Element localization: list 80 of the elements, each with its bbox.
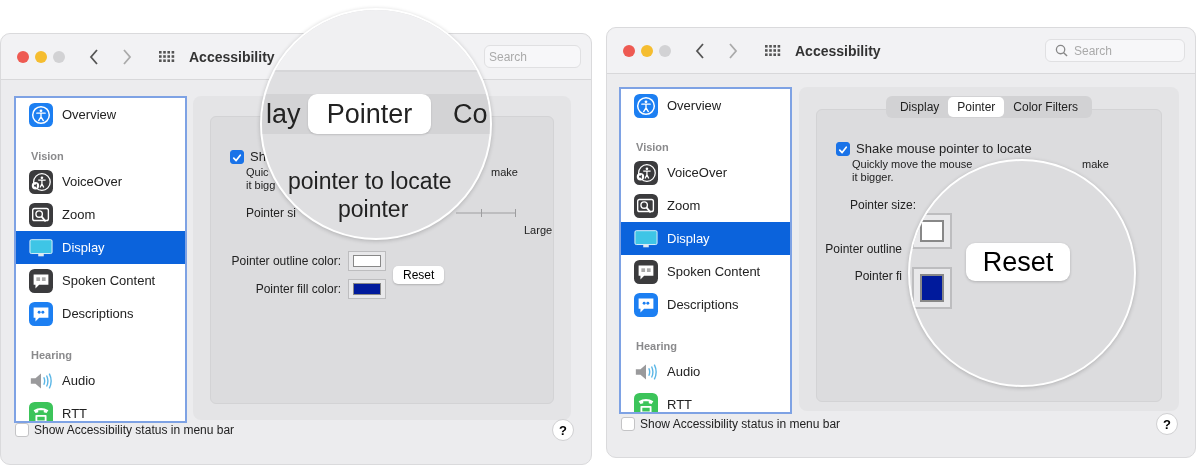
quote-bubble-icon (634, 292, 658, 317)
sidebar-item[interactable]: Display (621, 222, 790, 255)
help-button[interactable]: ? (1156, 413, 1178, 435)
checkbox-label: Sh (250, 149, 266, 164)
sidebar-item[interactable]: Zoom (621, 189, 790, 222)
person-speaker-icon (634, 160, 658, 185)
field-label: Pointer fi (853, 269, 903, 283)
help-button[interactable]: ? (552, 419, 574, 441)
tab[interactable]: lay (266, 94, 301, 134)
tab[interactable]: Color Filters (1010, 97, 1082, 117)
section-header: Vision (635, 140, 670, 155)
accessibility-icon (29, 102, 53, 127)
forward-icon[interactable] (728, 42, 738, 59)
field-label: Pointer si (246, 206, 297, 220)
checkbox[interactable] (15, 423, 29, 437)
search-icon (1055, 44, 1068, 57)
checkbox-label: Show Accessibility status in menu bar (640, 417, 841, 431)
back-icon[interactable] (89, 48, 99, 65)
hint-text: it bigger. (852, 171, 894, 184)
magnified-text: pointer (338, 198, 409, 221)
reset-button[interactable]: Reset (393, 266, 445, 284)
sidebar-item[interactable]: RTT (621, 388, 790, 412)
tab[interactable]: Co (453, 94, 488, 134)
forward-icon[interactable] (122, 48, 132, 65)
checkbox[interactable] (230, 149, 244, 164)
grid-icon[interactable] (159, 50, 175, 63)
sidebar-item[interactable]: Overview (621, 89, 790, 122)
sidebar-item[interactable]: Spoken Content (621, 255, 790, 288)
magnifier-icon (29, 202, 53, 227)
window-title: Accessibility (795, 42, 881, 59)
sidebar-item[interactable]: RTT (16, 397, 185, 421)
section-header: Hearing (30, 348, 73, 363)
field-label: Pointer outline color: (230, 254, 342, 268)
sidebar-item[interactable]: VoiceOver (16, 165, 185, 198)
speech-bubble-icon (29, 268, 53, 293)
color-well[interactable] (348, 279, 386, 299)
slider-label: Large (524, 224, 553, 236)
magnifier-icon (634, 193, 658, 218)
tab[interactable]: Display (896, 97, 943, 117)
sidebar-item[interactable]: Overview (16, 98, 185, 131)
field-label: Pointer fill color: (254, 282, 342, 296)
sidebar-item[interactable]: Descriptions (621, 288, 790, 321)
slider-track[interactable] (456, 208, 516, 218)
checkbox[interactable] (836, 141, 850, 156)
hint-text: Quickly move the mouse (852, 158, 973, 171)
reset-button[interactable]: Reset (966, 243, 1070, 281)
close-button[interactable] (17, 50, 29, 63)
minimize-button[interactable] (35, 50, 47, 63)
tab[interactable]: Pointer (308, 94, 431, 134)
hint-text: make (491, 166, 518, 179)
hint-text: it bigg (246, 179, 276, 192)
sidebar-item[interactable]: Spoken Content (16, 264, 185, 297)
tab[interactable]: Pointer (948, 97, 1005, 117)
magnified-text: pointer to locate (288, 170, 452, 193)
color-well[interactable] (348, 251, 386, 271)
hint-text: Quic (246, 166, 269, 179)
speech-bubble-icon (634, 259, 658, 284)
field-label: Pointer outline (824, 242, 903, 256)
color-well[interactable] (912, 267, 952, 309)
checkbox[interactable] (621, 417, 635, 431)
sidebar-item[interactable]: VoiceOver (621, 156, 790, 189)
hint-text: make (1082, 158, 1109, 171)
sidebar-item[interactable]: Descriptions (16, 297, 185, 330)
quote-bubble-icon (29, 301, 53, 326)
sidebar-item[interactable]: Audio (16, 364, 185, 397)
checkbox-label: Show Accessibility status in menu bar (34, 423, 235, 437)
field-label: Pointer size: (850, 198, 918, 212)
grid-icon[interactable] (765, 44, 781, 57)
person-speaker-icon (29, 169, 53, 194)
checkbox-label: Shake mouse pointer to locate (856, 141, 1032, 156)
window-title: Accessibility (189, 48, 275, 65)
minimize-button[interactable] (641, 44, 653, 57)
accessibility-icon (634, 93, 658, 118)
sidebar-item[interactable]: Zoom (16, 198, 185, 231)
sidebar-item[interactable]: Audio (621, 355, 790, 388)
close-button[interactable] (623, 44, 635, 57)
section-header: Vision (30, 149, 65, 164)
section-header: Hearing (635, 339, 678, 354)
sidebar-item[interactable]: Display (16, 231, 185, 264)
back-icon[interactable] (695, 42, 705, 59)
